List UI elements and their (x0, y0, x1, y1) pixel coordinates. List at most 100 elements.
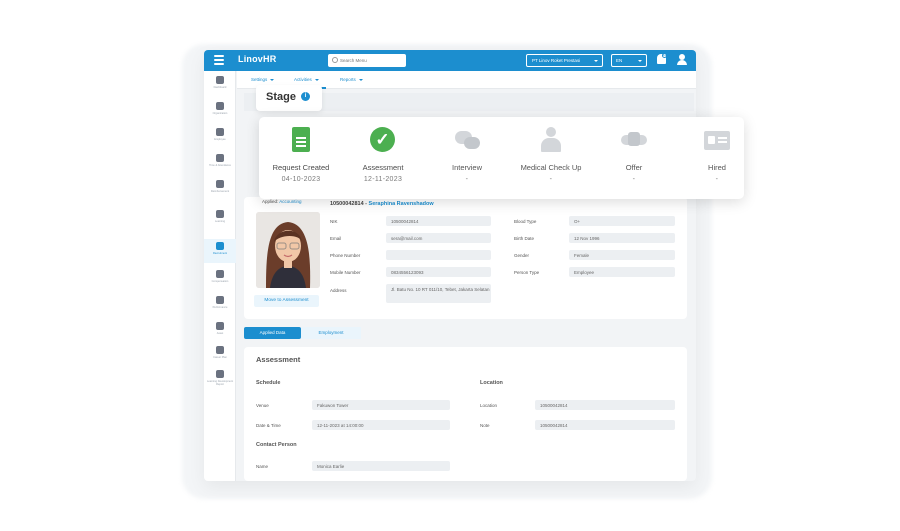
sidebar-item-label: Compensation (211, 280, 229, 283)
datetime-field: 12-11-2023 at 14:00:00 (312, 420, 450, 430)
nav-reports-label: Reports (340, 77, 356, 82)
org-icon (216, 102, 224, 110)
sidebar-item-asset[interactable]: Asset (204, 319, 236, 343)
stage-title-card: Stage i (256, 85, 322, 111)
sidebar-item-compensation[interactable]: Compensation (204, 267, 236, 291)
recruitment-icon (216, 242, 224, 250)
blood-type-field: O+ (569, 216, 675, 226)
ldr-icon (216, 370, 224, 378)
gender-field: Female (569, 250, 675, 260)
move-to-assessment-button[interactable]: Move to Assessment (254, 295, 319, 307)
detail-tabs: Applied Data Employment (244, 327, 364, 339)
performance-icon (216, 296, 224, 304)
user-icon[interactable] (677, 54, 687, 65)
check-circle-icon: ✓ (370, 127, 395, 152)
career-icon (216, 346, 224, 354)
sidebar-item-organization[interactable]: Organization (204, 99, 236, 123)
nav-settings-label: Settings (251, 77, 268, 82)
contact-name-label: Name (256, 464, 269, 469)
search-box[interactable] (328, 54, 406, 67)
nav-reports[interactable]: Reports (340, 77, 363, 82)
chevron-down-icon (270, 78, 275, 81)
sidebar-item-recruitment[interactable]: Recruitment (204, 239, 236, 263)
search-input[interactable] (340, 55, 402, 66)
company-select[interactable]: PT Linov Roket Prestasi (526, 54, 603, 67)
schedule-title: Schedule (256, 380, 281, 386)
assessment-card: Assessment Schedule Location Venue Fakuw… (244, 347, 687, 481)
nav-activities[interactable]: Activities (294, 77, 319, 82)
phone-label: Phone Number (330, 253, 361, 258)
step-date: 12-11-2023 (363, 176, 403, 183)
sidebar-item-learning[interactable]: Learning (204, 207, 236, 231)
birth-date-field: 12 Nov 1996 (569, 233, 675, 243)
stage-step-request-created[interactable]: Request Created 04-10-2023 (259, 127, 343, 183)
hamburger-menu-icon[interactable] (214, 55, 224, 65)
candidate-name[interactable]: Seraphina Ravenshadow (369, 201, 434, 207)
nav-settings[interactable]: Settings (251, 77, 275, 82)
stage-step-interview[interactable]: Interview - (425, 127, 509, 183)
sidebar-item-dashboard[interactable]: Dashboard (204, 73, 236, 97)
search-icon (332, 57, 338, 63)
step-label: Request Created (272, 163, 330, 172)
step-label: Medical Check Up (520, 163, 582, 172)
tab-applied-data[interactable]: Applied Data (244, 327, 301, 339)
applied-label: Applied: (262, 199, 279, 204)
sidebar-item-employee[interactable]: Employee (204, 125, 236, 149)
mobile-label: Mobile Number (330, 270, 361, 275)
sidebar-item-reimbursement[interactable]: Reimbursement (204, 177, 236, 201)
gender-label: Gender (514, 253, 530, 258)
stage-step-offer[interactable]: Offer - (592, 127, 676, 183)
reimbursement-icon (216, 180, 224, 188)
step-date: - (465, 176, 469, 183)
stage-step-assessment[interactable]: ✓ Assessment 12-11-2023 (341, 127, 425, 183)
clock-icon (216, 154, 224, 162)
nav-activities-label: Activities (294, 77, 312, 82)
email-label: Email (330, 236, 342, 241)
sidebar-item-career-plan[interactable]: Career Plan (204, 343, 236, 367)
step-label: Assessment (362, 163, 404, 172)
page-title: Stage (266, 91, 296, 103)
nik-label: NIK (330, 219, 338, 224)
dashboard-icon (216, 76, 224, 84)
doctor-icon (536, 127, 566, 155)
chevron-down-icon (358, 78, 363, 81)
step-date: - (632, 176, 636, 183)
info-icon[interactable]: i (301, 92, 310, 101)
chevron-down-icon (314, 78, 319, 81)
step-label: Interview (451, 163, 482, 172)
contact-name-field: Monica Earlie (312, 461, 450, 471)
candidate-header: 10500042814 - Seraphina Ravenshadow (330, 201, 434, 207)
sidebar-item-performance[interactable]: Performance (204, 293, 236, 317)
applied-position: Applied: Accounting (262, 199, 302, 204)
location-field: 10500042814 (535, 400, 675, 410)
stage-step-hired[interactable]: Hired - (675, 127, 759, 183)
sidebar-item-label: Career Plan (213, 356, 227, 359)
sidebar-item-time-attendance[interactable]: Time & Attendance (204, 151, 236, 175)
company-select-value: PT Linov Roket Prestasi (532, 58, 581, 63)
sidebar-item-label: Learning (214, 220, 226, 223)
person-type-label: Person Type (514, 270, 540, 275)
person-type-field: Employee (569, 267, 675, 277)
language-value: EN (616, 58, 623, 63)
sidebar-item-label: Employee (214, 138, 226, 141)
note-field: 10500042814 (535, 420, 675, 430)
learning-icon (216, 210, 224, 218)
chevron-down-icon (594, 60, 598, 62)
top-bar: LinovHR PT Linov Roket Prestasi EN 10 (204, 50, 696, 71)
datetime-label: Date & Time (256, 423, 281, 428)
sidebar-item-label: Dashboard (213, 86, 227, 89)
language-select[interactable]: EN (611, 54, 647, 67)
tab-employment[interactable]: Employment (301, 327, 361, 339)
step-label: Offer (625, 163, 643, 172)
step-date: - (549, 176, 553, 183)
sidebar-item-ldr[interactable]: Learning Development Report (204, 367, 236, 391)
sidebar-item-label: Reimbursement (210, 190, 230, 193)
sidebar-item-label: Recruitment (213, 252, 227, 255)
chevron-down-icon (638, 60, 642, 62)
asset-icon (216, 322, 224, 330)
brand-logo: LinovHR (238, 54, 277, 64)
stage-step-medical-check-up[interactable]: Medical Check Up - (509, 127, 593, 183)
step-label: Hired (708, 163, 726, 172)
note-label: Note (480, 423, 490, 428)
nik-field: 10500042814 (386, 216, 491, 226)
